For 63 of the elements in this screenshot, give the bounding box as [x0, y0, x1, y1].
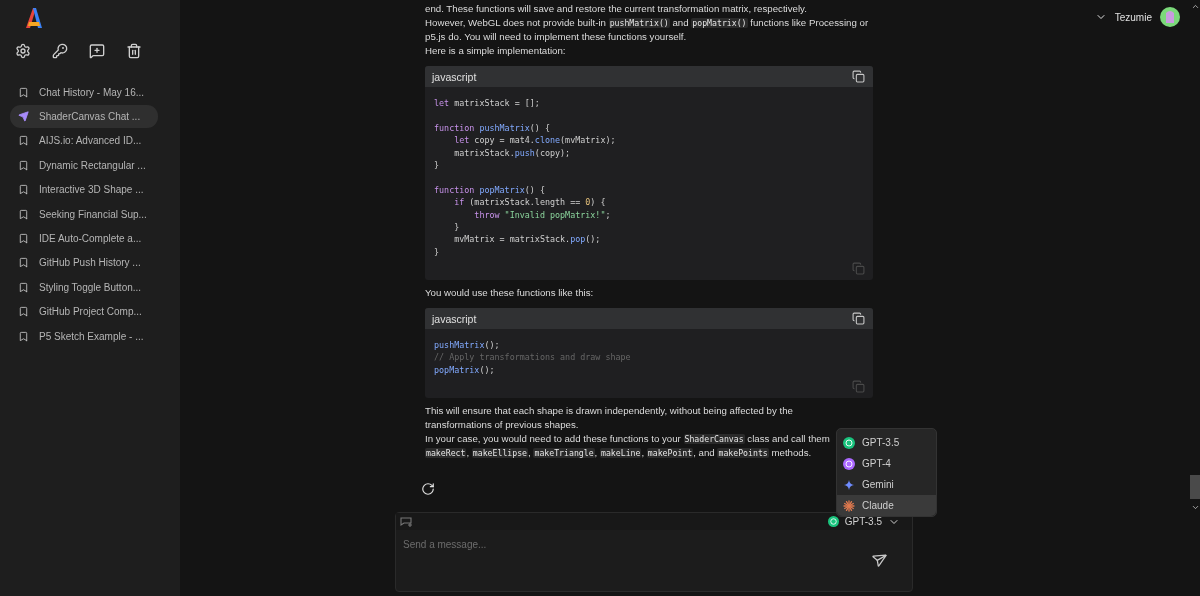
code-line: pushMatrix();	[434, 339, 501, 352]
chat-history-item[interactable]: Chat History - May 16...	[10, 81, 158, 104]
model-logo-icon	[843, 457, 855, 470]
model-option[interactable]: GPT-3.5	[837, 432, 936, 453]
scroll-up-icon[interactable]	[1190, 2, 1200, 11]
send-icon	[18, 111, 29, 123]
scroll-down-icon[interactable]	[1190, 503, 1200, 512]
model-logo-icon	[843, 436, 855, 449]
chat-history-item[interactable]: IDE Auto-Complete a...	[10, 227, 158, 250]
model-selector[interactable]: GPT-3.5	[827, 515, 900, 528]
code-line: let matrixStack = [];	[434, 97, 541, 110]
settings-icon[interactable]	[15, 43, 33, 61]
message-text: end. These functions will save and restore the current transformation matrix, respectively. However, WebGL does not provide built-in pushMatrix() and popMatrix() functions like Processing or p5.js do. You will need to implement these functions yourself. Here is a simple implementation:	[425, 2, 870, 58]
code-line: }	[453, 220, 461, 234]
bookmark-icon	[18, 208, 29, 220]
add-message-icon[interactable]	[89, 43, 107, 61]
model-option[interactable]: GPT-4	[837, 453, 936, 474]
bookmark-icon	[18, 135, 29, 147]
chat-history-item[interactable]: Styling Toggle Button...	[10, 276, 158, 299]
code-line: function popMatrix() {	[434, 183, 546, 197]
code-line: popMatrix();	[434, 363, 496, 377]
model-option[interactable]: Gemini	[837, 474, 936, 495]
chat-history-item[interactable]: ShaderCanvas Chat ...	[10, 105, 158, 128]
bookmark-icon	[18, 257, 29, 269]
chat-history-item[interactable]: P5 Sketch Example - ...	[10, 324, 158, 348]
logo-icon	[24, 8, 42, 28]
bookmark-icon	[18, 184, 29, 196]
model-option[interactable]: Claude	[837, 495, 936, 516]
copy-icon[interactable]	[852, 70, 865, 83]
chat-history-item[interactable]: AIJS.io: Advanced ID...	[10, 129, 158, 153]
prompt-plus-icon[interactable]	[400, 516, 414, 527]
code-line: let copy = mat4.clone(mvMatrix);	[453, 134, 617, 147]
code-line: }	[434, 245, 441, 259]
code-line: }	[434, 158, 441, 172]
bookmark-icon	[18, 281, 29, 293]
starburst-icon	[843, 499, 855, 512]
message-input[interactable]: Send a message...	[401, 538, 705, 551]
scrollbar-thumb[interactable]	[1190, 475, 1200, 499]
chat-history-item[interactable]: Seeking Financial Sup...	[10, 202, 158, 226]
chat-history-item[interactable]: Dynamic Rectangular ...	[10, 154, 158, 177]
chat-history-item[interactable]: GitHub Push History ...	[10, 251, 158, 275]
model-logo-icon	[827, 516, 839, 527]
code-line: matrixStack.push(copy);	[453, 146, 572, 159]
user-menu[interactable]: Tezumie	[1094, 7, 1180, 27]
code-line: throw "Invalid popMatrix!";	[473, 208, 612, 221]
regenerate-icon[interactable]	[421, 482, 435, 497]
code-language: javascript	[432, 70, 477, 83]
code-line: // Apply transformations and draw shape	[434, 351, 632, 364]
code-line: function pushMatrix() {	[434, 121, 551, 135]
message-text: You would use these functions like this:	[425, 286, 595, 301]
chat-history-item[interactable]: GitHub Project Comp...	[10, 300, 158, 323]
code-line: mvMatrix = matrixStack.pop();	[453, 233, 602, 246]
bookmark-icon	[18, 86, 29, 98]
chat-history-item[interactable]: Interactive 3D Shape ...	[10, 178, 158, 201]
copy-icon[interactable]	[852, 312, 865, 326]
bookmark-icon	[18, 159, 29, 171]
bookmark-icon	[18, 330, 29, 342]
avatar	[1160, 7, 1180, 27]
code-line: if (matrixStack.length == 0) {	[453, 196, 607, 209]
bookmark-icon	[18, 233, 29, 245]
bookmark-icon	[18, 306, 29, 318]
code-language: javascript	[432, 312, 477, 325]
key-plus-icon[interactable]	[52, 43, 70, 61]
